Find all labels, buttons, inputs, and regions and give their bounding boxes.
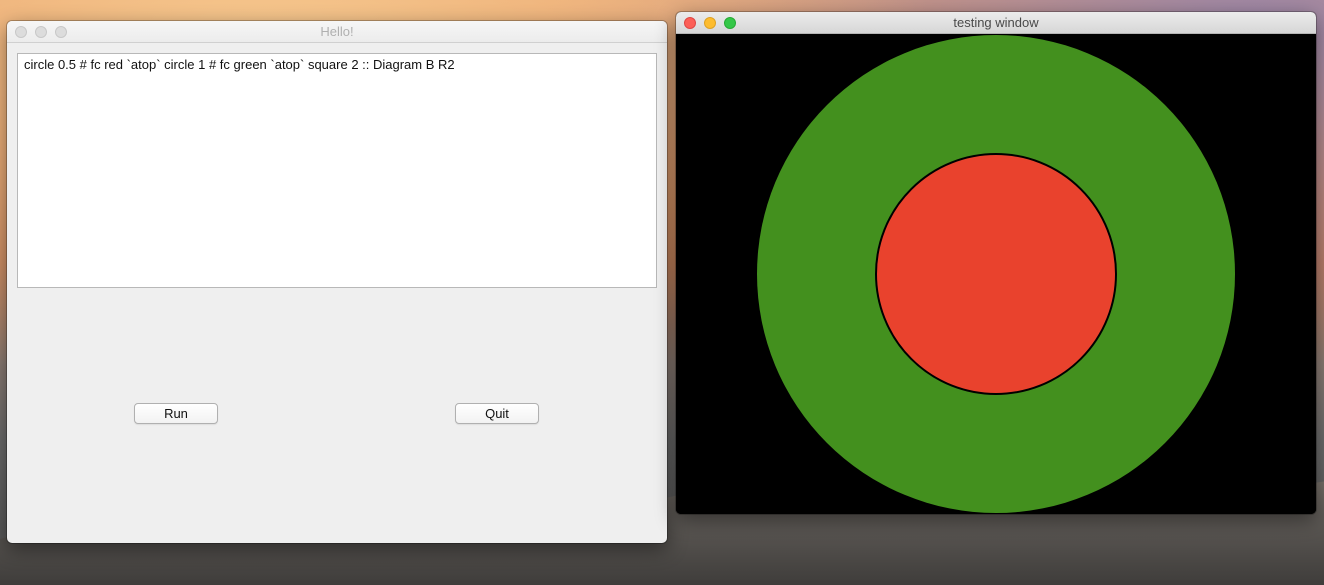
testing-window-titlebar[interactable]: testing window — [676, 12, 1316, 34]
testing-window: testing window — [676, 12, 1316, 514]
code-editor-textarea[interactable]: circle 0.5 # fc red `atop` circle 1 # fc… — [17, 53, 657, 288]
quit-button[interactable]: Quit — [455, 403, 539, 424]
run-button[interactable]: Run — [134, 403, 218, 424]
hello-window: Hello! circle 0.5 # fc red `atop` circle… — [7, 21, 667, 543]
diagram-canvas — [676, 34, 1316, 514]
window-title: Hello! — [320, 24, 354, 39]
diagram-svg — [676, 34, 1316, 514]
window-title: testing window — [953, 15, 1039, 30]
hello-window-titlebar[interactable]: Hello! — [7, 21, 667, 43]
red-circle — [875, 153, 1117, 395]
